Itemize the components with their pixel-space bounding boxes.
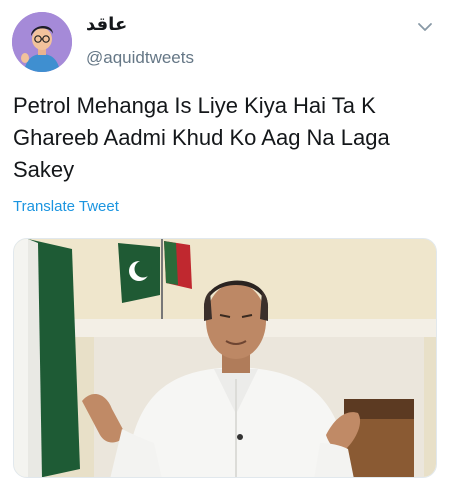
display-name[interactable]: عاقد (86, 14, 127, 35)
tweet-card: عاقد @aquidtweets Petrol Mehanga Is Liye… (0, 0, 450, 493)
translate-tweet-link[interactable]: Translate Tweet (13, 198, 119, 215)
avatar[interactable] (12, 12, 72, 72)
user-handle[interactable]: @aquidtweets (86, 48, 194, 68)
avatar-illustration (12, 12, 72, 72)
photo-man-speaking-with-flags (14, 239, 436, 477)
tweet-text: Petrol Mehanga Is Liye Kiya Hai Ta K Gha… (13, 93, 390, 182)
tweet-media-image[interactable] (13, 238, 437, 478)
chevron-down-icon[interactable] (414, 16, 436, 38)
